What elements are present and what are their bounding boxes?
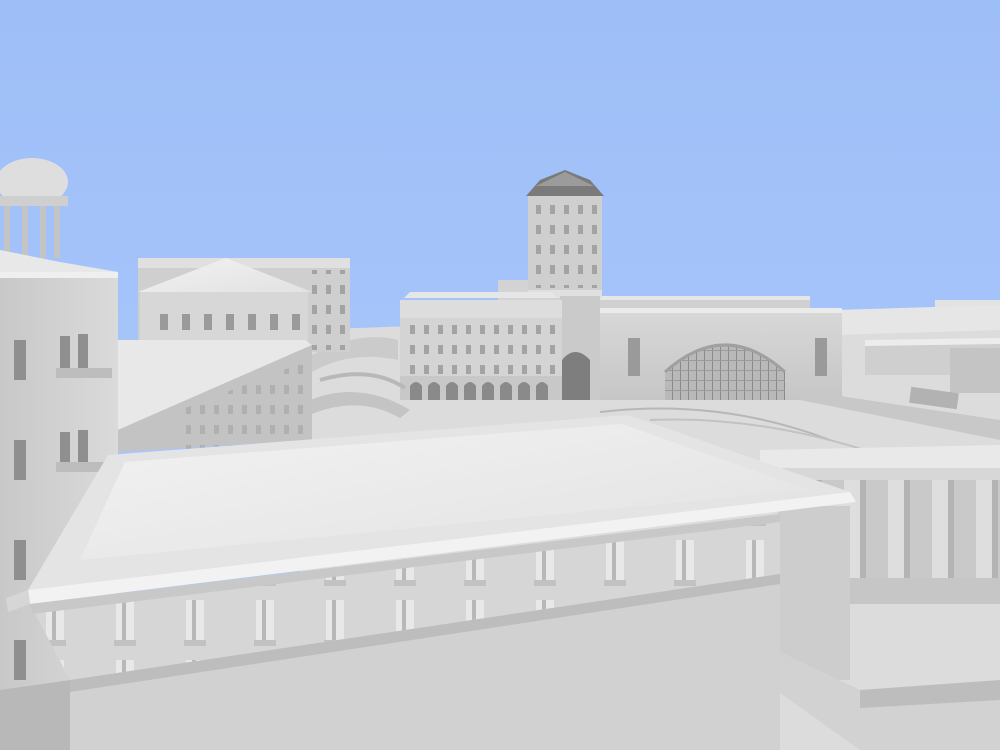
foreground-cornice-building [6,415,856,750]
rotunda-building [138,258,350,352]
city-render-scene [0,0,1000,750]
foreground-shadow [0,680,70,750]
station-hall [592,296,842,400]
long-flat-block [118,340,312,452]
arcade-palace [400,292,562,400]
